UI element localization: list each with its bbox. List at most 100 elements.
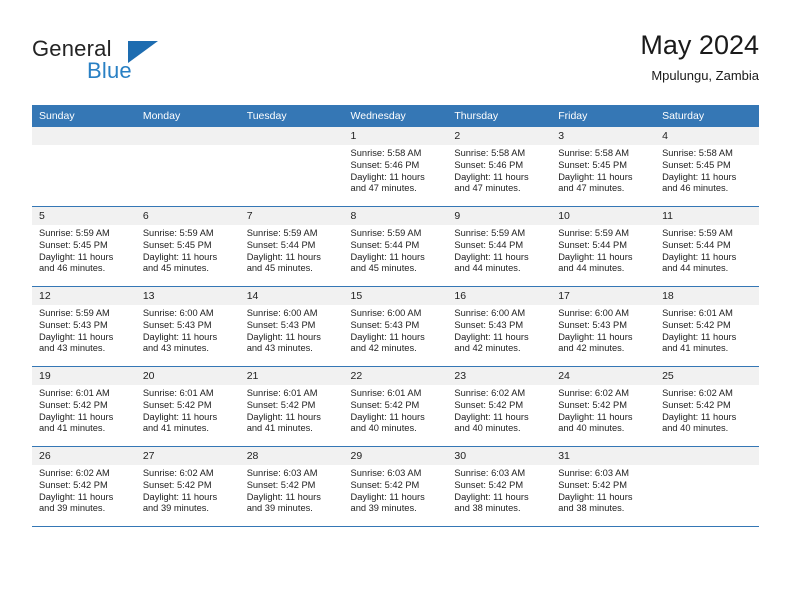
sunrise-text: Sunrise: 5:58 AM [454, 148, 526, 158]
calendar-day: 6 Sunrise: 5:59 AM Sunset: 5:45 PM Daylight… [135, 207, 240, 286]
day-number: 21 [239, 367, 344, 385]
calendar-day-cell[interactable]: 23 Sunrise: 6:02 AM Sunset: 5:42 PM Dayligh… [447, 366, 552, 447]
calendar-day-cell[interactable]: 17 Sunrise: 6:00 AM Sunset: 5:43 PM Dayligh… [551, 286, 656, 367]
day-sun-info: Sunrise: 5:59 AM Sunset: 5:44 PM Daylight:… [240, 225, 344, 275]
calendar-day-cell[interactable]: 2 Sunrise: 5:58 AM Sunset: 5:46 PM Daylight… [447, 127, 552, 207]
calendar-day-cell[interactable]: 11 Sunrise: 5:59 AM Sunset: 5:44 PM Dayligh… [655, 206, 759, 287]
day-sun-info: Sunrise: 6:03 AM Sunset: 5:42 PM Daylight:… [447, 465, 551, 515]
daylight-text-line1: Daylight: 11 hours [662, 171, 737, 182]
calendar-day-empty [32, 127, 136, 206]
sunset-text: Sunset: 5:42 PM [350, 399, 420, 410]
calendar-day-cell[interactable]: 12 Sunrise: 5:59 AM Sunset: 5:43 PM Dayligh… [32, 286, 136, 367]
daylight-text-line1: Daylight: 11 hours [142, 331, 218, 342]
day-number: 11 [655, 207, 759, 225]
calendar-day-cell[interactable]: 25 Sunrise: 6:02 AM Sunset: 5:42 PM Dayligh… [655, 366, 759, 447]
calendar-day-cell[interactable]: 29 Sunrise: 6:03 AM Sunset: 5:42 PM Dayligh… [343, 446, 448, 527]
calendar-day: 13 Sunrise: 6:00 AM Sunset: 5:43 PM Dayligh… [135, 287, 240, 366]
daylight-text-line2: and 39 minutes. [39, 503, 106, 514]
logo-text-blue: Blue [87, 58, 132, 83]
calendar-day-cell[interactable]: 31 Sunrise: 6:03 AM Sunset: 5:42 PM Dayligh… [551, 446, 656, 527]
calendar-day-cell[interactable]: 21 Sunrise: 6:01 AM Sunset: 5:42 PM Dayligh… [239, 366, 344, 447]
day-sun-info: Sunrise: 5:58 AM Sunset: 5:45 PM Daylight:… [655, 145, 759, 195]
day-sun-info: Sunrise: 5:59 AM Sunset: 5:45 PM Daylight:… [32, 225, 136, 275]
day-number [655, 447, 759, 465]
sunset-text: Sunset: 5:46 PM [350, 159, 420, 170]
calendar-day-cell[interactable]: 14 Sunrise: 6:00 AM Sunset: 5:43 PM Dayligh… [239, 286, 344, 367]
sunset-text: Sunset: 5:43 PM [350, 319, 420, 330]
calendar-day-empty [655, 447, 759, 526]
daylight-text-line2: and 47 minutes. [558, 183, 625, 194]
calendar-day: 15 Sunrise: 6:00 AM Sunset: 5:43 PM Dayligh… [343, 287, 448, 366]
calendar-day-cell[interactable]: 30 Sunrise: 6:03 AM Sunset: 5:42 PM Dayligh… [447, 446, 552, 527]
calendar-day-cell[interactable]: 13 Sunrise: 6:00 AM Sunset: 5:43 PM Dayligh… [135, 286, 240, 367]
sunset-text: Sunset: 5:45 PM [662, 159, 731, 170]
sunrise-text: Sunrise: 6:00 AM [558, 308, 630, 318]
calendar-day-cell[interactable]: 19 Sunrise: 6:01 AM Sunset: 5:42 PM Dayligh… [32, 366, 136, 447]
calendar-day-cell[interactable]: 9 Sunrise: 5:59 AM Sunset: 5:44 PM Daylight… [447, 206, 552, 287]
daylight-text-line2: and 38 minutes. [454, 503, 521, 514]
calendar-day-cell[interactable]: 8 Sunrise: 5:59 AM Sunset: 5:44 PM Daylight… [343, 206, 448, 287]
daylight-text-line1: Daylight: 11 hours [246, 411, 321, 422]
calendar-day-cell[interactable] [135, 127, 240, 207]
calendar-day: 9 Sunrise: 5:59 AM Sunset: 5:44 PM Daylight… [447, 207, 552, 286]
daylight-text-line2: and 45 minutes. [350, 263, 417, 274]
calendar-day: 18 Sunrise: 6:01 AM Sunset: 5:42 PM Dayligh… [655, 287, 759, 366]
daylight-text-line2: and 41 minutes. [142, 423, 209, 434]
calendar-day-cell[interactable]: 16 Sunrise: 6:00 AM Sunset: 5:43 PM Dayligh… [447, 286, 552, 367]
day-number: 16 [447, 287, 552, 305]
sunrise-text: Sunrise: 5:59 AM [142, 228, 214, 238]
day-number [32, 127, 136, 145]
daylight-text-line1: Daylight: 11 hours [350, 171, 425, 182]
calendar-day-cell[interactable]: 10 Sunrise: 5:59 AM Sunset: 5:44 PM Dayligh… [551, 206, 656, 287]
weekday-header-thursday: Thursday [447, 105, 552, 127]
calendar-day-cell[interactable]: 18 Sunrise: 6:01 AM Sunset: 5:42 PM Dayligh… [655, 286, 759, 367]
calendar-day-cell[interactable]: 26 Sunrise: 6:02 AM Sunset: 5:42 PM Dayligh… [32, 446, 136, 527]
calendar-day-cell[interactable] [239, 127, 344, 207]
calendar-day-cell[interactable]: 27 Sunrise: 6:02 AM Sunset: 5:42 PM Dayligh… [135, 446, 240, 527]
day-number: 14 [239, 287, 344, 305]
daylight-text-line2: and 45 minutes. [142, 263, 209, 274]
calendar-day-cell[interactable]: 6 Sunrise: 5:59 AM Sunset: 5:45 PM Daylight… [135, 206, 240, 287]
sunset-text: Sunset: 5:43 PM [39, 319, 108, 330]
calendar-day-cell[interactable]: 28 Sunrise: 6:03 AM Sunset: 5:42 PM Dayligh… [239, 446, 344, 527]
sunrise-text: Sunrise: 6:01 AM [350, 388, 422, 398]
sunset-text: Sunset: 5:45 PM [39, 239, 108, 250]
calendar-week-row: 12 Sunrise: 5:59 AM Sunset: 5:43 PM Dayligh… [32, 286, 759, 367]
calendar-day-cell[interactable]: 20 Sunrise: 6:01 AM Sunset: 5:42 PM Dayligh… [135, 366, 240, 447]
daylight-text-line1: Daylight: 11 hours [142, 251, 218, 262]
daylight-text-line1: Daylight: 11 hours [246, 491, 321, 502]
logo-general-blue[interactable]: General Blue [32, 36, 182, 90]
daylight-text-line1: Daylight: 11 hours [39, 411, 114, 422]
logo-triangle-icon [128, 41, 158, 63]
calendar-day-cell[interactable]: 7 Sunrise: 5:59 AM Sunset: 5:44 PM Daylight… [239, 206, 344, 287]
daylight-text-line1: Daylight: 11 hours [142, 491, 218, 502]
calendar-day-cell[interactable] [655, 446, 759, 527]
sunrise-text: Sunrise: 5:58 AM [558, 148, 630, 158]
calendar-day-cell[interactable]: 24 Sunrise: 6:02 AM Sunset: 5:42 PM Dayligh… [551, 366, 656, 447]
calendar-day-cell[interactable]: 1 Sunrise: 5:58 AM Sunset: 5:46 PM Daylight… [343, 127, 448, 207]
day-number: 28 [239, 447, 344, 465]
calendar-day-cell[interactable]: 15 Sunrise: 6:00 AM Sunset: 5:43 PM Dayligh… [343, 286, 448, 367]
daylight-text-line2: and 44 minutes. [454, 263, 521, 274]
daylight-text-line1: Daylight: 11 hours [454, 251, 529, 262]
day-sun-info: Sunrise: 6:01 AM Sunset: 5:42 PM Daylight:… [344, 385, 448, 435]
calendar-day: 14 Sunrise: 6:00 AM Sunset: 5:43 PM Dayligh… [239, 287, 344, 366]
calendar-day: 17 Sunrise: 6:00 AM Sunset: 5:43 PM Dayligh… [551, 287, 656, 366]
daylight-text-line2: and 46 minutes. [39, 263, 106, 274]
day-number: 22 [343, 367, 448, 385]
daylight-text-line2: and 38 minutes. [558, 503, 625, 514]
day-sun-info: Sunrise: 6:01 AM Sunset: 5:42 PM Daylight:… [655, 305, 759, 355]
sunset-text: Sunset: 5:44 PM [350, 239, 420, 250]
calendar-day-cell[interactable]: 22 Sunrise: 6:01 AM Sunset: 5:42 PM Dayligh… [343, 366, 448, 447]
day-sun-info: Sunrise: 6:03 AM Sunset: 5:42 PM Daylight:… [344, 465, 448, 515]
daylight-text-line1: Daylight: 11 hours [142, 411, 218, 422]
day-sun-info: Sunrise: 6:03 AM Sunset: 5:42 PM Daylight:… [240, 465, 344, 515]
calendar-day-cell[interactable] [32, 127, 136, 207]
calendar-day-cell[interactable]: 4 Sunrise: 5:58 AM Sunset: 5:45 PM Daylight… [655, 127, 759, 207]
day-number: 7 [239, 207, 344, 225]
sunrise-text: Sunrise: 6:02 AM [142, 468, 214, 478]
calendar-week-row: 5 Sunrise: 5:59 AM Sunset: 5:45 PM Daylight… [32, 206, 759, 287]
calendar-day-cell[interactable]: 3 Sunrise: 5:58 AM Sunset: 5:45 PM Daylight… [551, 127, 656, 207]
calendar-day: 10 Sunrise: 5:59 AM Sunset: 5:44 PM Dayligh… [551, 207, 656, 286]
calendar-day-cell[interactable]: 5 Sunrise: 5:59 AM Sunset: 5:45 PM Daylight… [32, 206, 136, 287]
